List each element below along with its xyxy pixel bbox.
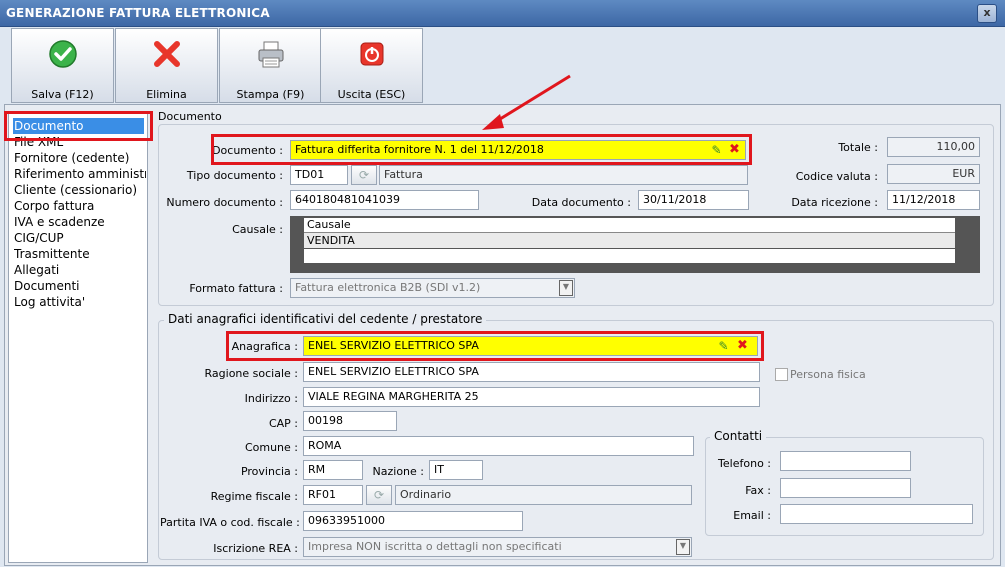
persona-fisica-checkbox[interactable]	[775, 368, 788, 381]
causale-row[interactable]: VENDITA	[304, 233, 955, 248]
sidebar-item-log[interactable]: Log attivita'	[14, 294, 146, 310]
provincia-label: Provincia :	[240, 465, 298, 478]
chevron-down-icon[interactable]: ▼	[559, 280, 573, 296]
regime-fiscale-label: Regime fiscale :	[210, 490, 298, 503]
partita-iva-label: Partita IVA o cod. fiscale :	[160, 516, 300, 529]
tipo-documento-desc: Fattura	[379, 165, 748, 185]
delete-button[interactable]: Elimina	[115, 28, 218, 103]
print-label: Stampa (F9)	[236, 88, 305, 101]
formato-fattura-value: Fattura elettronica B2B (SDI v1.2)	[295, 281, 481, 294]
save-label: Salva (F12)	[31, 88, 94, 101]
totale-field: 110,00	[887, 137, 980, 157]
codice-valuta-field: EUR	[887, 164, 980, 184]
exit-button[interactable]: Uscita (ESC)	[320, 28, 423, 103]
sidebar-item-riferimento[interactable]: Riferimento amministrativo	[14, 166, 146, 182]
persona-fisica-label: Persona fisica	[790, 368, 866, 381]
tipo-documento-code[interactable]: TD01	[290, 165, 348, 185]
data-ricezione-field[interactable]: 11/12/2018	[887, 190, 980, 210]
arrow-annotation	[482, 74, 571, 130]
print-button[interactable]: Stampa (F9)	[219, 28, 322, 103]
provincia-field[interactable]: RM	[303, 460, 363, 480]
indirizzo-field[interactable]: VIALE REGINA MARGHERITA 25	[303, 387, 760, 407]
sidebar-item-allegati[interactable]: Allegati	[14, 262, 146, 278]
highlight-documento	[211, 134, 752, 165]
delete-label: Elimina	[146, 88, 187, 101]
sidebar-item-iva[interactable]: IVA e scadenze	[14, 214, 146, 230]
formato-fattura-select[interactable]: Fattura elettronica B2B (SDI v1.2) ▼	[290, 278, 575, 298]
comune-field[interactable]: ROMA	[303, 436, 694, 456]
causale-header: Causale	[304, 218, 955, 233]
printer-icon	[258, 41, 284, 68]
sidebar-item-cliente[interactable]: Cliente (cessionario)	[14, 182, 146, 198]
section-title-cedente: Dati anagrafici identificativi del ceden…	[164, 312, 487, 326]
check-icon	[49, 40, 77, 68]
data-documento-field[interactable]: 30/11/2018	[638, 190, 749, 210]
fax-field[interactable]	[780, 478, 911, 498]
tipo-documento-label: Tipo documento :	[186, 169, 283, 182]
causale-empty-row[interactable]	[304, 249, 955, 263]
sidebar-item-trasmittente[interactable]: Trasmittente	[14, 246, 146, 262]
sidebar-item-documenti[interactable]: Documenti	[14, 278, 146, 294]
causale-grid[interactable]: Causale VENDITA	[290, 216, 980, 273]
exit-icon	[360, 42, 384, 66]
iscrizione-rea-value: Impresa NON iscritta o dettagli non spec…	[308, 540, 562, 553]
chevron-down-icon[interactable]: ▼	[676, 539, 690, 555]
exit-label: Uscita (ESC)	[337, 88, 406, 101]
totale-label: Totale :	[838, 141, 878, 154]
nazione-label: Nazione :	[372, 465, 424, 478]
sidebar: Documento File XML Fornitore (cedente) R…	[8, 113, 148, 563]
window-title: GENERAZIONE FATTURA ELETTRONICA	[6, 6, 270, 20]
comune-label: Comune :	[244, 441, 298, 454]
email-field[interactable]	[780, 504, 973, 524]
cap-field[interactable]: 00198	[303, 411, 397, 431]
close-button[interactable]: x	[977, 4, 997, 23]
fax-label: Fax :	[745, 484, 771, 497]
data-documento-label: Data documento :	[531, 196, 631, 209]
regime-fiscale-desc: Ordinario	[395, 485, 692, 505]
delete-icon	[154, 41, 180, 67]
ragione-sociale-field[interactable]: ENEL SERVIZIO ELETTRICO SPA	[303, 362, 760, 382]
cap-label: CAP :	[268, 417, 298, 430]
ragione-sociale-label: Ragione sociale :	[204, 367, 298, 380]
causale-label: Causale :	[232, 223, 283, 236]
title-bar: GENERAZIONE FATTURA ELETTRONICA x	[0, 0, 1005, 27]
regime-fiscale-code[interactable]: RF01	[303, 485, 363, 505]
indirizzo-label: Indirizzo :	[244, 392, 298, 405]
refresh-icon[interactable]: ⟳	[366, 485, 392, 505]
save-button[interactable]: Salva (F12)	[11, 28, 114, 103]
iscrizione-rea-select[interactable]: Impresa NON iscritta o dettagli non spec…	[303, 537, 692, 557]
section-title-documento: Documento	[158, 110, 222, 123]
formato-fattura-label: Formato fattura :	[189, 282, 283, 295]
telefono-label: Telefono :	[718, 457, 771, 470]
codice-valuta-label: Codice valuta :	[795, 170, 878, 183]
sidebar-item-cig-cup[interactable]: CIG/CUP	[14, 230, 146, 246]
numero-documento-field[interactable]: 640180481041039	[290, 190, 479, 210]
refresh-icon[interactable]: ⟳	[351, 165, 377, 185]
highlight-anagrafica	[226, 331, 764, 361]
numero-documento-label: Numero documento :	[166, 196, 283, 209]
data-ricezione-label: Data ricezione :	[791, 196, 878, 209]
email-label: Email :	[733, 509, 771, 522]
contatti-title: Contatti	[710, 429, 767, 443]
telefono-field[interactable]	[780, 451, 911, 471]
iscrizione-rea-label: Iscrizione REA :	[213, 542, 298, 555]
nazione-field[interactable]: IT	[429, 460, 483, 480]
partita-iva-field[interactable]: 09633951000	[303, 511, 523, 531]
sidebar-item-corpo-fattura[interactable]: Corpo fattura	[14, 198, 146, 214]
highlight-sidebar	[4, 111, 153, 141]
sidebar-item-fornitore[interactable]: Fornitore (cedente)	[14, 150, 146, 166]
